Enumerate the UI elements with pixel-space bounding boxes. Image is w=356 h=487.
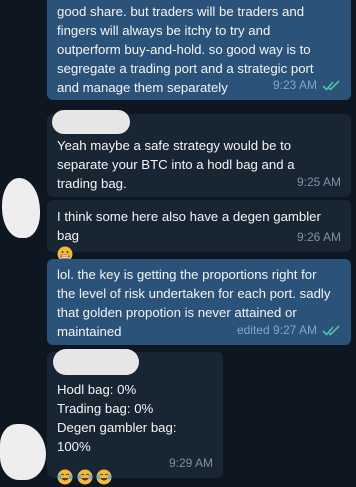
message-time: 9:23 AM	[272, 78, 317, 92]
message-text-content: I think some here also have a degen gamb…	[57, 209, 321, 243]
message-time: 9:29 AM	[168, 456, 213, 470]
tears-of-joy-emoji-icon	[96, 469, 112, 485]
tears-of-joy-emoji-icon	[77, 469, 93, 485]
double-check-icon	[322, 325, 340, 336]
message-bubble-outgoing[interactable]: good share. but traders will be traders …	[47, 0, 351, 100]
message-meta: 9:29 AM	[169, 454, 213, 473]
tears-of-joy-emoji-icon	[57, 469, 73, 485]
message-meta: 9:26 AM	[297, 228, 341, 247]
message-time: 9:25 AM	[296, 175, 341, 189]
message-bubble-incoming[interactable]: I think some here also have a degen gamb…	[47, 200, 351, 262]
sender-name-redacted	[52, 110, 130, 134]
message-time: 9:26 AM	[296, 230, 341, 244]
avatar[interactable]	[2, 178, 40, 238]
avatar[interactable]	[0, 424, 46, 480]
message-bubble-incoming[interactable]: Hodl bag: 0% Trading bag: 0% Degen gambl…	[47, 349, 223, 485]
message-meta: 9:23 AM	[273, 76, 341, 95]
double-check-icon	[322, 80, 340, 91]
message-bubble-incoming[interactable]: Yeah maybe a safe strategy would be to s…	[47, 110, 351, 197]
message-meta: edited 9:27 AM	[237, 321, 341, 340]
message-meta: 9:25 AM	[297, 173, 341, 192]
message-text: Hodl bag: 0% Trading bag: 0% Degen gambl…	[57, 382, 177, 454]
message-bubble-outgoing[interactable]: lol. the key is getting the proportions …	[47, 259, 351, 345]
sender-name-redacted	[53, 349, 139, 375]
message-time: edited 9:27 AM	[236, 323, 317, 337]
